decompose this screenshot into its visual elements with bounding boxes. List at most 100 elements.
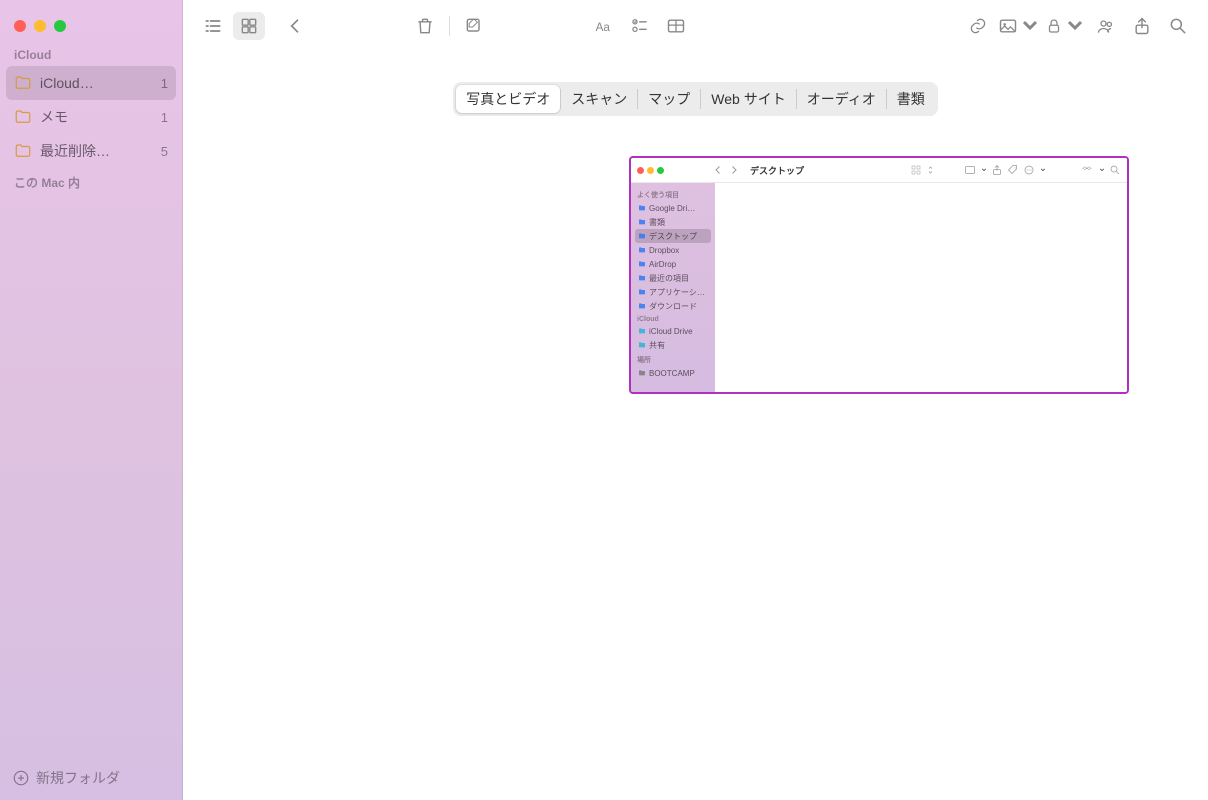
zoom-window-button[interactable] (54, 20, 66, 32)
attachment-back-icon (712, 164, 724, 176)
folder-icon (638, 327, 646, 335)
svg-text:Aa: Aa (596, 21, 611, 34)
attachment-traffic-lights (637, 167, 664, 174)
segment-2[interactable]: マップ (638, 85, 700, 113)
compose-button[interactable] (458, 12, 490, 40)
chevron-down-icon (1040, 167, 1046, 173)
window-traffic-lights (0, 8, 182, 42)
attachment-forward-icon (728, 164, 740, 176)
attachment-section-label: 場所 (635, 352, 711, 366)
media-button[interactable] (998, 12, 1040, 40)
chevron-down-icon (1099, 167, 1105, 173)
sidebar: iCloud iCloud… 1 メモ 1 最近削除… 5この Mac 内 新規… (0, 0, 183, 800)
folder-icon (14, 74, 32, 92)
attachment-title: デスクトップ (750, 164, 804, 177)
list-view-button[interactable] (197, 12, 229, 40)
lock-button[interactable] (1044, 12, 1086, 40)
attachment-sidebar-item: アプリケーション (635, 285, 711, 299)
attachment-item-label: Dropbox (649, 246, 679, 255)
attachment-item-label: 最近の項目 (649, 273, 689, 284)
sidebar-item-label: メモ (40, 107, 161, 127)
new-folder-button[interactable]: 新規フォルダ (0, 758, 182, 800)
segment-4[interactable]: オーディオ (797, 85, 886, 113)
main-content: Aa 写真とビデオスキャンマップWeb サイトオーディオ書類 デスクトップ (183, 0, 1208, 800)
folder-icon (638, 232, 646, 240)
attachment-sidebar-item: AirDrop (635, 257, 711, 271)
attachment-item-label: ダウンロード (649, 301, 697, 312)
toolbar-divider (449, 16, 450, 36)
attachment-section-label: よく使う項目 (635, 187, 711, 201)
attachment-sidebar-item: BOOTCAMP (635, 366, 711, 380)
attachment-item-label: アプリケーション (649, 287, 708, 298)
segment-1[interactable]: スキャン (561, 85, 637, 113)
attachment-tag-icon (1007, 164, 1019, 176)
folder-icon (14, 142, 32, 160)
attachment-item-label: 書類 (649, 217, 665, 228)
attachment-sidebar-item: iCloud Drive (635, 324, 711, 338)
table-button[interactable] (660, 12, 692, 40)
attachment-item-label: BOOTCAMP (649, 369, 695, 378)
sidebar-item-memo[interactable]: メモ 1 (6, 100, 176, 134)
attachment-sidebar-item: 書類 (635, 215, 711, 229)
attachment-item-label: 共有 (649, 340, 665, 351)
search-button[interactable] (1162, 12, 1194, 40)
minimize-window-button[interactable] (34, 20, 46, 32)
attachment-view-icon (910, 164, 922, 176)
attachment-section-label: iCloud (635, 313, 711, 324)
folder-icon (638, 218, 646, 226)
attachment-item-label: デスクトップ (649, 231, 697, 242)
attachment-sidebar-item: デスクトップ (635, 229, 711, 243)
segment-3[interactable]: Web サイト (701, 85, 795, 113)
folder-icon (638, 260, 646, 268)
plus-circle-icon (12, 769, 30, 787)
new-folder-label: 新規フォルダ (36, 768, 120, 788)
folder-icon (638, 288, 646, 296)
folder-icon (638, 204, 646, 212)
sidebar-item-count: 1 (161, 76, 168, 91)
attachment-type-segmented-control: 写真とビデオスキャンマップWeb サイトオーディオ書類 (183, 52, 1208, 156)
share-button[interactable] (1126, 12, 1158, 40)
attachment-share-icon (991, 164, 1003, 176)
trash-button[interactable] (409, 12, 441, 40)
attachment-titlebar: デスクトップ (631, 158, 1127, 183)
attachment-sidebar-item: 最近の項目 (635, 271, 711, 285)
attachment-item-label: AirDrop (649, 260, 676, 269)
segment-5[interactable]: 書類 (887, 85, 935, 113)
attachment-content-empty (715, 183, 1127, 392)
attachment-item-label: iCloud Drive (649, 327, 693, 336)
folder-icon (638, 274, 646, 282)
folder-icon (14, 108, 32, 126)
attachment-dropbox-icon (1082, 164, 1094, 176)
sidebar-item-count: 5 (161, 144, 168, 159)
toolbar: Aa (183, 0, 1208, 52)
sidebar-item-icloud-all[interactable]: iCloud… 1 (6, 66, 176, 100)
sidebar-item-trash[interactable]: 最近削除… 5 (6, 134, 176, 168)
sidebar-item-count: 1 (161, 110, 168, 125)
grid-view-button[interactable] (233, 12, 265, 40)
collaborate-button[interactable] (1090, 12, 1122, 40)
folder-icon (638, 246, 646, 254)
attachment-item-label: Google Dri… (649, 204, 695, 213)
folder-icon (638, 341, 646, 349)
link-button[interactable] (962, 12, 994, 40)
font-button[interactable]: Aa (588, 12, 620, 40)
checklist-button[interactable] (624, 12, 656, 40)
attachment-sidebar-item: Google Dri… (635, 201, 711, 215)
attachment-sort-icon (926, 164, 938, 176)
sidebar-section-label: この Mac 内 (0, 168, 182, 195)
sidebar-item-label: 最近削除… (40, 141, 161, 161)
close-window-button[interactable] (14, 20, 26, 32)
attachment-group-icon (964, 164, 976, 176)
sidebar-item-label: iCloud… (40, 75, 161, 91)
attachment-sidebar-item: ダウンロード (635, 299, 711, 313)
attachment-finder-screenshot[interactable]: デスクトップ よく使う項目Google Dri…書類デスクトップDropboxA… (629, 156, 1129, 394)
folder-icon (638, 302, 646, 310)
back-button[interactable] (279, 12, 311, 40)
attachment-action-icon (1023, 164, 1035, 176)
chevron-down-icon (981, 167, 987, 173)
attachment-search-icon (1109, 164, 1121, 176)
attachment-sidebar-item: 共有 (635, 338, 711, 352)
sidebar-section-label: iCloud (0, 42, 182, 66)
segment-0[interactable]: 写真とビデオ (456, 85, 560, 113)
attachment-sidebar: よく使う項目 Google Dri… 書類デスクトップ Dropbox AirDrop 最… (631, 183, 715, 392)
